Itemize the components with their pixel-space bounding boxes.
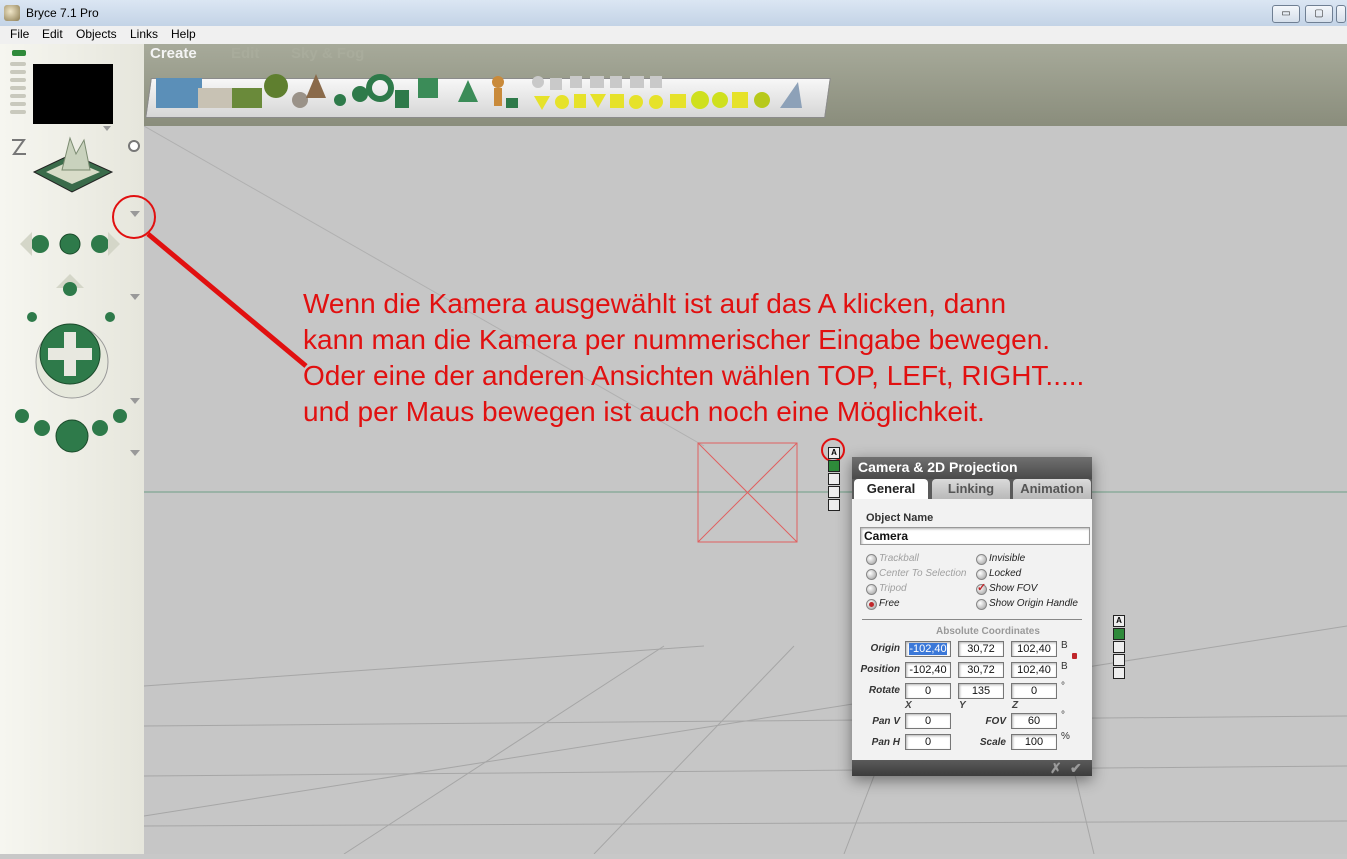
- position-y-input[interactable]: 30,72: [958, 662, 1004, 678]
- rotate-label: Rotate: [868, 685, 900, 696]
- scale-input[interactable]: 100: [1011, 734, 1057, 750]
- show-origin-handle-toggle[interactable]: [976, 599, 987, 610]
- show-origin-handle-label: Show Origin Handle: [989, 598, 1078, 609]
- cancel-icon[interactable]: ✗: [1050, 760, 1062, 777]
- link-icon-2[interactable]: [1113, 641, 1125, 653]
- tab-animation[interactable]: Animation: [1013, 479, 1091, 499]
- dialog-header: Camera & 2D Projection: [852, 457, 1092, 479]
- target-icon[interactable]: [828, 486, 840, 498]
- annotation-text: Wenn die Kamera ausgewählt ist auf das A…: [303, 286, 1084, 430]
- center-to-selection-radio[interactable]: [866, 569, 877, 580]
- pan-v-input[interactable]: 0: [905, 713, 951, 729]
- tripod-label: Tripod: [879, 583, 907, 594]
- rotate-y-input[interactable]: 135: [958, 683, 1004, 699]
- fov-unit: °: [1061, 710, 1065, 721]
- locked-label: Locked: [989, 568, 1022, 579]
- object-name-input[interactable]: Camera: [860, 527, 1090, 545]
- origin-unit[interactable]: B: [1061, 640, 1068, 651]
- attributes-button[interactable]: A: [828, 447, 840, 459]
- annotation-line-1: Wenn die Kamera ausgewählt ist auf das A…: [303, 288, 1007, 319]
- camera-projection-dialog: Camera & 2D Projection General Linking A…: [852, 457, 1092, 776]
- annotation-line-2: kann man die Kamera per nummerischer Ein…: [303, 324, 1051, 355]
- callout-circle-view-options: [112, 195, 156, 239]
- tab-linking[interactable]: Linking: [932, 479, 1010, 499]
- annotation-line-4: und per Maus bewegen ist auch noch eine …: [303, 396, 985, 427]
- fov-label: FOV: [985, 716, 1006, 727]
- target-icon-2[interactable]: [1113, 654, 1125, 666]
- lock-icon[interactable]: [1072, 653, 1077, 659]
- center-to-selection-label: Center To Selection: [879, 568, 967, 579]
- axis-z-label: Z: [1012, 700, 1019, 711]
- scale-label: Scale: [979, 737, 1006, 748]
- scale-unit: %: [1061, 731, 1070, 742]
- rotate-unit: °: [1061, 681, 1065, 692]
- position-unit[interactable]: B: [1061, 661, 1068, 672]
- show-fov-label: Show FOV: [989, 583, 1038, 594]
- position-x-input[interactable]: -102,40: [905, 662, 951, 678]
- annotation-line-3: Oder eine der anderen Ansichten wählen T…: [303, 360, 1085, 391]
- free-radio[interactable]: [866, 599, 877, 610]
- position-z-input[interactable]: 102,40: [1011, 662, 1057, 678]
- family-button-2[interactable]: [1113, 628, 1125, 640]
- ok-icon[interactable]: ✔: [1070, 760, 1082, 777]
- locked-toggle[interactable]: [976, 569, 987, 580]
- coordinates-heading: Absolute Coordinates: [936, 626, 1040, 637]
- axis-y-label: Y: [959, 700, 966, 711]
- pan-h-input[interactable]: 0: [905, 734, 951, 750]
- pan-v-label: Pan V: [872, 716, 900, 727]
- position-label: Position: [860, 664, 900, 675]
- pan-h-label: Pan H: [871, 737, 900, 748]
- tab-general[interactable]: General: [854, 479, 928, 499]
- tripod-radio[interactable]: [866, 584, 877, 595]
- divider: [862, 619, 1082, 620]
- free-label: Free: [879, 598, 900, 609]
- origin-x-input[interactable]: -102,40: [905, 641, 951, 657]
- axis-x-label: X: [905, 700, 912, 711]
- rotate-x-input[interactable]: 0: [905, 683, 951, 699]
- drop-icon-2[interactable]: [1113, 667, 1125, 679]
- invisible-label: Invisible: [989, 553, 1026, 564]
- fov-input[interactable]: 60: [1011, 713, 1057, 729]
- show-fov-checkmark-icon: ✓: [977, 582, 987, 594]
- trackball-radio[interactable]: [866, 554, 877, 565]
- rotate-z-input[interactable]: 0: [1011, 683, 1057, 699]
- trackball-label: Trackball: [879, 553, 919, 564]
- dialog-title: Camera & 2D Projection: [858, 459, 1018, 475]
- origin-y-input[interactable]: 30,72: [958, 641, 1004, 657]
- origin-z-input[interactable]: 102,40: [1011, 641, 1057, 657]
- dialog-footer: ✗ ✔: [852, 760, 1092, 776]
- object-name-label: Object Name: [866, 512, 934, 524]
- attributes-button-2[interactable]: A: [1113, 615, 1125, 627]
- origin-label: Origin: [870, 643, 900, 654]
- drop-icon[interactable]: [828, 499, 840, 511]
- link-icon[interactable]: [828, 473, 840, 485]
- callout-line: [146, 232, 308, 368]
- family-button[interactable]: [828, 460, 840, 472]
- invisible-toggle[interactable]: [976, 554, 987, 565]
